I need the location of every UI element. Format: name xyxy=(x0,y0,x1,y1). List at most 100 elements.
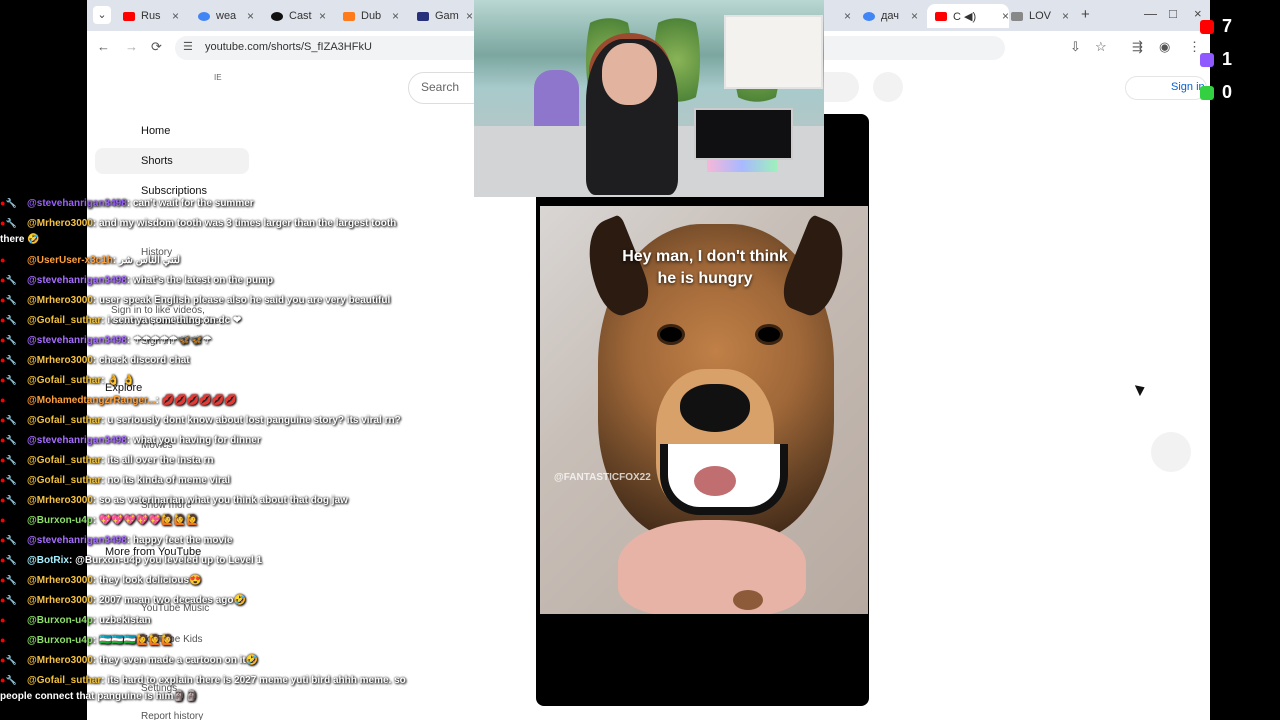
chat-text: : ☂☂☂☂☂🦋🦋☂ xyxy=(126,335,212,346)
chat-text: : what you having for dinner xyxy=(126,435,261,446)
chat-text: : @Burxon-u4p you leveled up to Level 1 xyxy=(68,555,263,566)
tab-title: wea xyxy=(216,10,237,22)
close-tab-icon[interactable]: × xyxy=(911,9,918,23)
chat-badges: ●🔧 xyxy=(0,590,26,611)
search-button[interactable] xyxy=(822,72,859,102)
chat-message: ●🔧 @BotRix: @Burxon-u4p you leveled up to… xyxy=(0,550,262,571)
tab-active-youtube[interactable]: C ◀) × xyxy=(927,4,1009,28)
new-tab-button[interactable]: + xyxy=(1081,6,1090,23)
chat-badges: ●🔧 xyxy=(0,330,26,351)
chat-text: : i sent ya something on dc ❤ xyxy=(101,315,242,326)
tool-icon: 🔧 xyxy=(5,475,17,485)
chat-message: ●🔧 @Gofail_suthar: 👌 👌 xyxy=(0,370,135,391)
close-window-button[interactable]: × xyxy=(1194,6,1202,21)
chat-text: people connect that panguine is him🗿🗿 xyxy=(0,691,199,702)
tab-search-button[interactable]: ⌄ xyxy=(93,6,111,24)
chat-username: @Burxon-u4p xyxy=(27,515,93,526)
close-tab-icon[interactable]: × xyxy=(844,9,851,23)
chat-message: ●🔧 @stevehanrigan3498: can't wait for the… xyxy=(0,193,254,214)
tool-icon: 🔧 xyxy=(5,655,17,665)
chat-text: : uzbekistan xyxy=(92,615,151,626)
keyboard xyxy=(707,160,777,172)
close-tab-icon[interactable]: × xyxy=(1002,9,1009,23)
twitch-icon xyxy=(1200,53,1214,67)
maximize-button[interactable]: □ xyxy=(1169,6,1177,21)
page-icon xyxy=(1011,11,1023,21)
chat-badges: ●🔧 xyxy=(0,430,26,451)
signin-button[interactable]: Sign in xyxy=(1125,76,1207,100)
chat-badges: ● xyxy=(0,610,26,631)
chat-text: : no its kinda of meme viral xyxy=(101,475,231,486)
chat-badges: ●🔧 xyxy=(0,490,26,511)
chat-text: : they look delicious😍 xyxy=(92,575,202,586)
tab-cast[interactable]: Cast × xyxy=(271,4,326,28)
google-icon xyxy=(198,11,210,21)
cast-site-icon xyxy=(271,11,283,21)
close-tab-icon[interactable]: × xyxy=(1062,9,1069,23)
chat-username: @Mrhero3000 xyxy=(27,495,93,506)
dub-icon xyxy=(343,11,355,21)
dog-tongue xyxy=(694,466,736,496)
bookmark-star-icon[interactable]: ☆ xyxy=(1095,39,1107,55)
profile-icon[interactable]: ◉ xyxy=(1159,39,1170,55)
tool-icon: 🔧 xyxy=(5,595,17,605)
shorts-video[interactable]: Hey man, I don't think he is hungry @FAN… xyxy=(540,206,868,614)
chat-text: : 🇺🇿🇺🇿🇺🇿🙋🙋🙋 xyxy=(92,635,174,646)
chat-message: ●🔧 @Gofail_suthar: u seriously dont know … xyxy=(0,410,401,431)
chat-username: @Gofail_suthar xyxy=(27,675,102,686)
close-tab-icon[interactable]: × xyxy=(247,9,254,23)
chat-username: @Mrhero3000 xyxy=(27,575,93,586)
chat-badges: ●🔧 xyxy=(0,193,26,214)
chat-message: ●🔧 @Gofail_suthar: i sent ya something on… xyxy=(0,310,241,331)
chat-message: ●🔧 @Mrhero3000: user speak English please… xyxy=(0,290,390,311)
sidebar-item-home[interactable]: Home xyxy=(141,125,170,137)
tab-game[interactable]: Gam × xyxy=(417,4,473,28)
video-caption: Hey man, I don't think he is hungry xyxy=(610,246,800,290)
chat-text: : لتني الناس شر xyxy=(112,255,180,266)
chat-message: ●🔧 @stevehanrigan3498: ☂☂☂☂☂🦋🦋☂ xyxy=(0,330,212,351)
reload-icon[interactable]: ⟳ xyxy=(151,39,162,55)
tool-icon: 🔧 xyxy=(5,435,17,445)
tool-icon: 🔧 xyxy=(5,415,17,425)
chat-text: : they even made a cartoon on it🤣 xyxy=(92,655,259,666)
chat-text: : its all over the insta rn xyxy=(101,455,214,466)
next-short-button[interactable] xyxy=(1151,432,1191,472)
close-tab-icon[interactable]: × xyxy=(319,9,326,23)
browser-menu-icon[interactable]: ⋮ xyxy=(1188,39,1201,55)
chat-message: ●🔧 @Mrhero3000: 2007 mean two decades ago… xyxy=(0,590,246,611)
tab-love[interactable]: LOV × xyxy=(1011,4,1069,28)
close-tab-icon[interactable]: × xyxy=(392,9,399,23)
back-icon[interactable]: ← xyxy=(97,39,110,54)
caption-line: he is hungry xyxy=(657,270,753,287)
chat-message: ●🔧 @stevehanrigan3498: what's the latest … xyxy=(0,270,273,291)
tool-icon: 🔧 xyxy=(5,295,17,305)
sidebar-item-shorts[interactable]: Shorts xyxy=(95,148,249,174)
tab-russian[interactable]: Rus × xyxy=(123,4,179,28)
minimize-button[interactable]: — xyxy=(1144,6,1157,21)
media-control-icon[interactable]: ⇶ xyxy=(1132,39,1143,55)
tab-dub[interactable]: Dub × xyxy=(343,4,399,28)
youtube-icon xyxy=(1200,20,1214,34)
shorts-player[interactable]: Hey man, I don't think he is hungry @FAN… xyxy=(536,114,869,706)
install-app-icon[interactable]: ⇩ xyxy=(1070,39,1081,55)
chat-username: @MohamedtangzrRanger... xyxy=(27,395,156,406)
tab-google[interactable]: × xyxy=(835,4,851,28)
site-settings-icon[interactable]: ☰ xyxy=(183,40,193,53)
chat-username: @Mrhero3000 xyxy=(27,655,93,666)
close-tab-icon[interactable]: × xyxy=(172,9,179,23)
forward-icon[interactable]: → xyxy=(125,39,138,54)
chat-username: @stevehanrigan3498 xyxy=(27,435,127,446)
chat-message: ●🔧 @Gofail_suthar: its all over the insta… xyxy=(0,450,213,471)
voice-search-icon[interactable] xyxy=(873,72,903,102)
tab-weather[interactable]: wea × xyxy=(198,4,254,28)
url-text[interactable]: youtube.com/shorts/S_fIZA3HFkU xyxy=(205,41,372,53)
chat-message: ● @UserUser-x3c1h: لتني الناس شر xyxy=(0,250,180,271)
chat-message: ● @Burxon-u4p: 🇺🇿🇺🇿🇺🇿🙋🙋🙋 xyxy=(0,630,174,651)
youtube-icon: ● xyxy=(0,255,6,265)
chat-text: : 💋💋💋💋💋💋 xyxy=(155,395,237,406)
close-tab-icon[interactable]: × xyxy=(466,9,473,23)
chat-text: : what's the latest on the pump xyxy=(126,275,274,286)
tab-dacha[interactable]: дач × xyxy=(863,4,918,28)
tool-icon: 🔧 xyxy=(5,675,17,685)
chat-badges: ● xyxy=(0,630,26,651)
